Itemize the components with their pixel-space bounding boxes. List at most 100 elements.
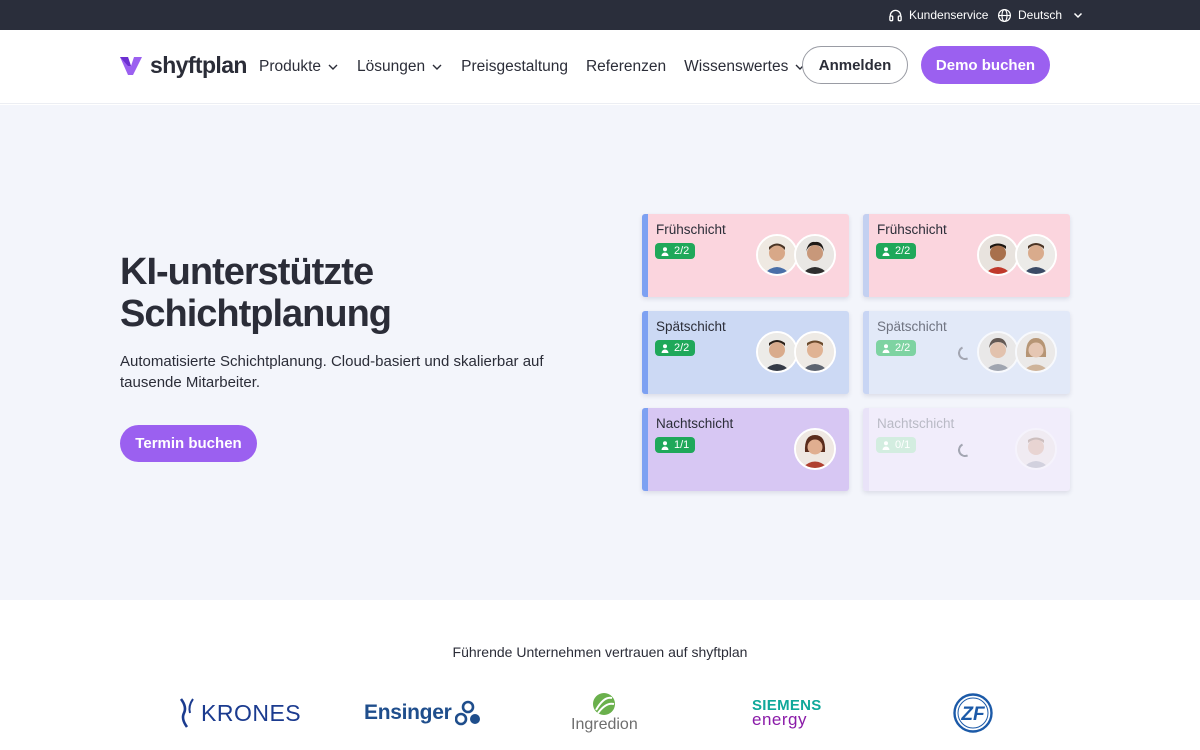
shift-color-bar — [863, 408, 869, 491]
hero-subtitle: Automatisierte Schichtplanung. Cloud-bas… — [120, 353, 544, 391]
shift-color-bar — [863, 214, 869, 297]
main-navigation: shyftplan Produkte Lösungen Preisgestalt… — [0, 30, 1200, 104]
person-icon — [661, 246, 669, 256]
globe-icon — [997, 8, 1012, 22]
menu-item-produkte[interactable]: Produkte — [259, 58, 339, 76]
shyftplan-logo-icon — [120, 56, 142, 75]
employee-avatar — [794, 331, 836, 373]
chevron-down-icon — [328, 64, 338, 70]
book-appointment-button[interactable]: Termin buchen — [120, 425, 257, 462]
siemens-energy-logo: SIEMENS energy — [752, 688, 822, 738]
login-button[interactable]: Anmelden — [802, 46, 908, 84]
primary-menu: Produkte Lösungen Preisgestaltung Refere… — [259, 30, 806, 104]
assigned-employees — [794, 428, 836, 470]
book-demo-button[interactable]: Demo buchen — [921, 46, 1050, 84]
shift-color-bar — [642, 408, 648, 491]
assigned-employees — [977, 234, 1057, 276]
assigned-employees — [756, 234, 836, 276]
menu-label: Preisgestaltung — [461, 58, 568, 75]
customer-logos: KRONES Ensinger Ingredion SIEMENS energy — [0, 688, 1200, 738]
staffing-count: 2/2 — [674, 342, 690, 354]
shift-card-night: Nachtschicht 1/1 — [642, 408, 849, 491]
customer-service-label: Kundenservice — [909, 8, 989, 22]
staffing-count: 1/1 — [674, 439, 690, 451]
menu-item-preisgestaltung[interactable]: Preisgestaltung — [461, 58, 568, 76]
zf-emblem-icon: ZF — [953, 693, 993, 733]
employee-avatar — [794, 234, 836, 276]
krones-logo-text: KRONES — [201, 699, 302, 726]
hero-title: KI-unterstützte Schichtplanung — [120, 251, 540, 335]
trusted-by-headline: Führende Unternehmen vertrauen auf shyft… — [452, 644, 748, 660]
assigned-employees — [756, 331, 836, 373]
employee-avatar — [1015, 234, 1057, 276]
employee-avatar — [977, 331, 1019, 373]
hero-title-line1: KI-unterstützte — [120, 251, 374, 293]
language-label: Deutsch — [1018, 8, 1063, 22]
energy-logo-text: energy — [752, 710, 807, 729]
shyftplan-logo[interactable]: shyftplan — [119, 52, 247, 79]
menu-label: Wissenswertes — [684, 58, 789, 75]
shift-name: Nachtschicht — [656, 416, 734, 431]
trusted-by-section: Führende Unternehmen vertrauen auf shyft… — [0, 600, 1200, 750]
person-icon — [661, 440, 669, 450]
shift-name: Spätschicht — [877, 319, 947, 334]
ensinger-logo: Ensinger — [364, 688, 481, 738]
shift-card-night-alt: Nachtschicht 0/1 — [863, 408, 1070, 491]
menu-label: Lösungen — [357, 58, 426, 75]
shift-staffing-badge: 2/2 — [876, 340, 917, 356]
staffing-count: 2/2 — [895, 342, 911, 354]
assigned-employees — [977, 331, 1057, 373]
shift-staffing-badge: 2/2 — [655, 340, 696, 356]
loading-spinner-icon — [956, 344, 974, 362]
menu-label: Produkte — [259, 58, 322, 75]
ingredion-logo-text: Ingredion — [571, 716, 638, 733]
menu-item-referenzen[interactable]: Referenzen — [586, 58, 666, 76]
ingredion-leaf-icon — [593, 693, 616, 715]
shift-card-early-alt: Frühschicht 2/2 — [863, 214, 1070, 297]
menu-item-wissenswertes[interactable]: Wissenswertes — [684, 58, 806, 76]
employee-avatar — [756, 331, 798, 373]
ensinger-circles-icon — [455, 700, 481, 726]
language-selector[interactable]: Deutsch — [997, 0, 1084, 30]
utility-bar: Kundenservice Deutsch — [0, 0, 1200, 30]
shift-color-bar — [863, 311, 869, 394]
zf-emblem-text: ZF — [960, 704, 986, 725]
krones-logo: KRONES — [178, 688, 301, 738]
person-icon — [882, 343, 890, 353]
person-icon — [882, 440, 890, 450]
zf-logo: ZF — [953, 688, 993, 738]
person-icon — [661, 343, 669, 353]
shift-color-bar — [642, 311, 648, 394]
shift-staffing-badge: 2/2 — [876, 243, 917, 259]
staffing-count: 2/2 — [674, 245, 690, 257]
shift-staffing-badge: 1/1 — [655, 437, 696, 453]
headset-icon — [889, 9, 902, 21]
ingredion-logo: Ingredion — [571, 688, 638, 738]
chevron-down-icon — [1074, 12, 1083, 19]
shift-card-late: Spätschicht 2/2 — [642, 311, 849, 394]
shift-color-bar — [642, 214, 648, 297]
shift-name: Frühschicht — [877, 222, 947, 237]
chevron-down-icon — [432, 64, 442, 70]
loading-spinner-icon — [956, 441, 974, 459]
ensinger-logo-text: Ensinger — [364, 701, 452, 724]
shift-name: Spätschicht — [656, 319, 726, 334]
staffing-count: 0/1 — [895, 439, 911, 451]
shift-staffing-badge: 0/1 — [876, 437, 917, 453]
customer-service-link[interactable]: Kundenservice — [888, 0, 988, 30]
krones-mark-icon — [179, 698, 194, 728]
shift-staffing-badge: 2/2 — [655, 243, 696, 259]
menu-item-loesungen[interactable]: Lösungen — [357, 58, 443, 76]
menu-label: Referenzen — [585, 58, 667, 75]
shift-card-late-alt: Spätschicht 2/2 — [863, 311, 1070, 394]
person-icon — [882, 246, 890, 256]
shift-name: Frühschicht — [656, 222, 726, 237]
staffing-count: 2/2 — [895, 245, 911, 257]
employee-avatar — [977, 234, 1019, 276]
shift-name: Nachtschicht — [877, 416, 955, 431]
logo-text: shyftplan — [150, 52, 247, 78]
hero-section: KI-unterstützte Schichtplanung Automatis… — [0, 105, 1200, 600]
employee-avatar — [1015, 331, 1057, 373]
employee-avatar — [1015, 428, 1057, 470]
shift-card-early: Frühschicht 2/2 — [642, 214, 849, 297]
